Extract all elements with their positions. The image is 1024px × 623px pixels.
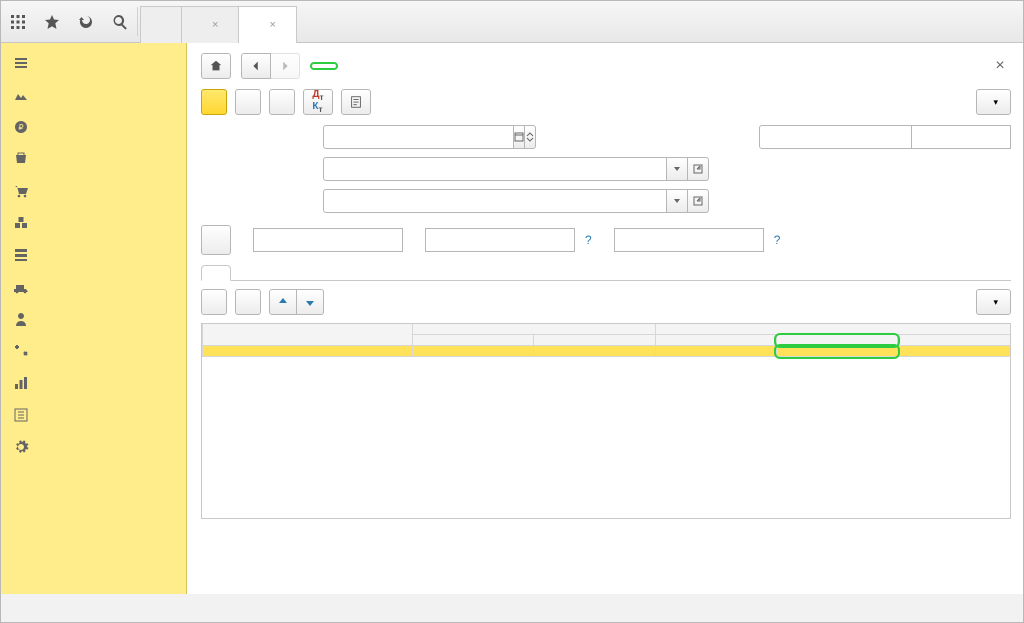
withheld-input[interactable] — [425, 228, 575, 252]
spinner-icon[interactable] — [524, 125, 536, 149]
move-up-button[interactable] — [269, 289, 297, 315]
col-employee — [203, 324, 413, 346]
sidebar-item-catalogs[interactable] — [1, 399, 186, 431]
move-down-button[interactable] — [296, 289, 324, 315]
col-accruals — [655, 324, 1011, 335]
sidebar-item-admin[interactable] — [1, 431, 186, 463]
more-button[interactable] — [976, 89, 1011, 115]
table-row[interactable] — [203, 346, 1012, 357]
close-icon[interactable]: × — [269, 19, 275, 31]
cell-total — [898, 346, 1011, 357]
sidebar-item-production[interactable] — [1, 239, 186, 271]
sidebar: ₽ — [1, 43, 187, 594]
sidebar-item-payroll[interactable] — [1, 303, 186, 335]
attach-button[interactable] — [341, 89, 371, 115]
grid-more-button[interactable] — [976, 289, 1011, 315]
back-button[interactable] — [241, 53, 271, 79]
open-ref-icon[interactable] — [687, 157, 709, 181]
month-input[interactable] — [323, 125, 514, 149]
close-button[interactable]: × — [989, 55, 1011, 77]
subtab-withholdings[interactable] — [261, 265, 291, 281]
contrib-input[interactable] — [614, 228, 764, 252]
cell-hours — [534, 346, 655, 357]
fill-button[interactable] — [201, 225, 231, 255]
sidebar-item-bank[interactable]: ₽ — [1, 111, 186, 143]
sidebar-item-manager[interactable] — [1, 79, 186, 111]
select-button[interactable] — [201, 289, 227, 315]
help-icon[interactable]: ? — [585, 233, 592, 247]
chevron-down-icon[interactable] — [666, 157, 688, 181]
forward-button[interactable] — [270, 53, 300, 79]
sidebar-item-warehouse[interactable] — [1, 207, 186, 239]
home-button[interactable] — [201, 53, 231, 79]
tab-home[interactable] — [140, 6, 182, 43]
sidebar-item-purchases[interactable] — [1, 175, 186, 207]
write-button[interactable] — [235, 89, 261, 115]
tab-all-accruals[interactable]: × — [181, 6, 239, 43]
subtab-accruals[interactable] — [231, 265, 261, 281]
cell-employee — [203, 346, 413, 357]
col-vacation — [776, 335, 897, 346]
org-input[interactable] — [323, 157, 667, 181]
sidebar-item-sales[interactable] — [1, 143, 186, 175]
cell-vacation — [776, 346, 897, 357]
svg-text:₽: ₽ — [18, 123, 23, 132]
col-total — [898, 335, 1011, 346]
dept-input[interactable] — [323, 189, 667, 213]
star-icon[interactable] — [35, 1, 69, 42]
grid-scrollbar[interactable] — [202, 502, 1010, 518]
cell-days — [413, 346, 534, 357]
apps-grid-icon[interactable] — [1, 1, 35, 42]
help-icon[interactable]: ? — [774, 233, 781, 247]
subtab-ndfl[interactable] — [291, 265, 321, 281]
post-button[interactable] — [269, 89, 295, 115]
sidebar-item-main[interactable] — [1, 47, 186, 79]
close-icon[interactable]: × — [212, 19, 218, 31]
subtab-contrib[interactable] — [321, 265, 351, 281]
subtab-employees[interactable] — [201, 265, 231, 281]
accrued-input[interactable] — [253, 228, 403, 252]
sidebar-item-reports[interactable] — [1, 367, 186, 399]
search-icon[interactable] — [103, 1, 137, 42]
add-button[interactable] — [235, 289, 261, 315]
sidebar-item-assets[interactable] — [1, 271, 186, 303]
employees-grid[interactable] — [201, 323, 1011, 519]
history-icon[interactable] — [69, 1, 103, 42]
sidebar-item-operations[interactable] — [1, 335, 186, 367]
subtab-corrections[interactable] — [351, 265, 381, 281]
chevron-down-icon[interactable] — [666, 189, 688, 213]
number-input[interactable] — [911, 125, 1011, 149]
dk-button[interactable]: ДтКт — [303, 89, 333, 115]
page-title — [310, 62, 338, 70]
tab-current-doc[interactable]: × — [238, 6, 296, 43]
open-ref-icon[interactable] — [687, 189, 709, 213]
post-and-close-button[interactable] — [201, 89, 227, 115]
col-accrued — [655, 335, 776, 346]
col-worked — [413, 324, 656, 335]
cell-accrued — [655, 346, 776, 357]
page-scrollbar[interactable] — [189, 600, 1015, 616]
